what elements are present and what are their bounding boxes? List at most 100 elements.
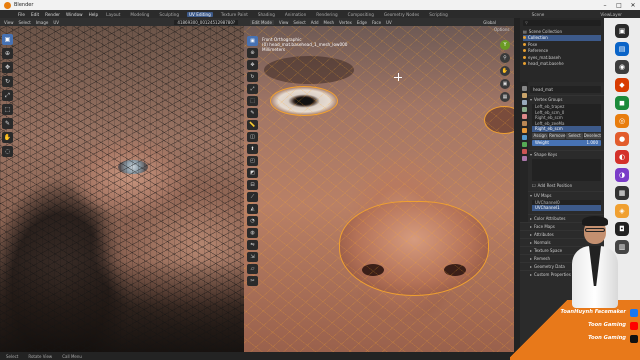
rotate-tool-icon[interactable]: ↻ bbox=[2, 76, 13, 87]
zoom-icon[interactable]: ⚲ bbox=[500, 53, 510, 63]
view-layer-tab-icon[interactable] bbox=[521, 107, 527, 112]
knife-tool-icon[interactable]: ⟋ bbox=[247, 192, 258, 202]
minimize-button[interactable]: – bbox=[598, 2, 612, 9]
select-button[interactable]: Select bbox=[566, 132, 583, 139]
render-tab-icon[interactable] bbox=[521, 93, 527, 98]
blender-taskbar-icon[interactable]: ◎ bbox=[615, 114, 629, 128]
uv-menu-uv[interactable]: UV bbox=[53, 20, 59, 25]
options-button[interactable]: Options bbox=[494, 27, 509, 32]
remove-button[interactable]: Remove bbox=[549, 132, 566, 139]
tiktok-link[interactable]: Toon Gaming bbox=[560, 332, 626, 345]
transform-tool-icon[interactable]: ⬚ bbox=[247, 96, 258, 106]
inset-tool-icon[interactable]: ◰ bbox=[247, 156, 258, 166]
tab-sculpting[interactable]: Sculpting bbox=[157, 12, 181, 17]
app-icon[interactable]: ▣ bbox=[615, 24, 629, 38]
view-layer-selector[interactable]: ViewLayer bbox=[600, 12, 622, 17]
spin-tool-icon[interactable]: ◔ bbox=[247, 216, 258, 226]
grab-tool-icon[interactable]: ✋ bbox=[2, 132, 13, 143]
vp-menu-add[interactable]: Add bbox=[311, 20, 319, 25]
camera-icon[interactable]: ▣ bbox=[500, 79, 510, 89]
pinch-tool-icon[interactable]: ◌ bbox=[2, 146, 13, 157]
measure-tool-icon[interactable]: 📏 bbox=[247, 120, 258, 130]
shear-tool-icon[interactable]: ▱ bbox=[247, 264, 258, 274]
tab-layout[interactable]: Layout bbox=[104, 12, 122, 17]
youtube-link[interactable]: Toon Gaming bbox=[560, 319, 626, 332]
image-selector[interactable]: 41869300_0012451298780? bbox=[174, 19, 238, 25]
uv-menu-image[interactable]: Image bbox=[36, 20, 49, 25]
modifier-tab-icon[interactable] bbox=[521, 135, 527, 140]
menu-file[interactable]: File bbox=[18, 12, 25, 17]
vp-menu-select[interactable]: Select bbox=[293, 20, 305, 25]
tab-geometry-nodes[interactable]: Geometry Nodes bbox=[382, 12, 421, 17]
shape-keys-section[interactable]: ▾ Shape Keys bbox=[520, 149, 604, 158]
uv-editor-canvas[interactable] bbox=[0, 26, 244, 352]
tab-animation[interactable]: Animation bbox=[283, 12, 308, 17]
annotate-tool-icon[interactable]: ✎ bbox=[247, 108, 258, 118]
vp-menu-view[interactable]: View bbox=[279, 20, 289, 25]
weight-field[interactable]: Weight 1.000 bbox=[532, 139, 601, 146]
transform-tool-icon[interactable]: ⬚ bbox=[2, 104, 13, 115]
uv-maps-section[interactable]: ▾ UV Maps bbox=[520, 190, 604, 199]
scale-tool-icon[interactable]: ⤢ bbox=[247, 84, 258, 94]
app-icon[interactable]: ▤ bbox=[615, 42, 629, 56]
scene-tab-icon[interactable] bbox=[521, 114, 527, 119]
app-icon[interactable]: ◐ bbox=[615, 150, 629, 164]
world-tab-icon[interactable] bbox=[521, 121, 527, 126]
move-tool-icon[interactable]: ✥ bbox=[247, 60, 258, 70]
scene-selector[interactable]: Scene bbox=[532, 12, 545, 17]
tab-texture-paint[interactable]: Texture Paint bbox=[219, 12, 250, 17]
app-icon[interactable]: ◆ bbox=[615, 78, 629, 92]
vp-menu-edge[interactable]: Edge bbox=[357, 20, 367, 25]
edge-slide-tool-icon[interactable]: ⇋ bbox=[247, 240, 258, 250]
browser-icon[interactable]: ● bbox=[615, 132, 629, 146]
select-box-tool-icon[interactable]: ▣ bbox=[247, 36, 258, 46]
material-tab-icon[interactable] bbox=[521, 149, 527, 154]
tool-tab-icon[interactable] bbox=[521, 86, 527, 91]
list-item[interactable]: UVChannel1 bbox=[532, 205, 601, 211]
outliner-search-input[interactable]: ⚲ bbox=[523, 20, 601, 26]
axis-y-icon[interactable]: Y bbox=[500, 40, 510, 50]
tab-modeling[interactable]: Modeling bbox=[128, 12, 151, 17]
add-rest-position-checkbox[interactable]: ☐ Add Rest Position bbox=[532, 183, 601, 189]
app-icon[interactable]: ◼ bbox=[615, 96, 629, 110]
mode-selector[interactable]: Edit Mode bbox=[250, 19, 274, 25]
loop-cut-tool-icon[interactable]: ⊟ bbox=[247, 180, 258, 190]
cursor-tool-icon[interactable]: ⊕ bbox=[247, 48, 258, 58]
menu-window[interactable]: Window bbox=[66, 12, 83, 17]
tab-rendering[interactable]: Rendering bbox=[314, 12, 339, 17]
add-cube-tool-icon[interactable]: ◫ bbox=[247, 132, 258, 142]
tab-compositing[interactable]: Compositing bbox=[346, 12, 376, 17]
3d-cursor-icon[interactable] bbox=[394, 73, 402, 81]
app-icon[interactable]: ◉ bbox=[615, 60, 629, 74]
tab-shading[interactable]: Shading bbox=[256, 12, 277, 17]
bevel-tool-icon[interactable]: ◩ bbox=[247, 168, 258, 178]
rip-tool-icon[interactable]: ✂ bbox=[247, 276, 258, 286]
pan-hand-icon[interactable]: ✋ bbox=[500, 66, 510, 76]
object-name-field[interactable]: head_mat bbox=[530, 86, 601, 93]
object-tab-icon[interactable] bbox=[521, 128, 527, 133]
outliner-item[interactable]: head_mat.basehe bbox=[523, 61, 601, 68]
rotate-tool-icon[interactable]: ↻ bbox=[247, 72, 258, 82]
assign-button[interactable]: Assign bbox=[532, 132, 549, 139]
menu-help[interactable]: Help bbox=[89, 12, 99, 17]
output-tab-icon[interactable] bbox=[521, 100, 527, 105]
vertex-groups-section[interactable]: ▾ Vertex Groups bbox=[520, 95, 604, 103]
scale-tool-icon[interactable]: ⤢ bbox=[2, 90, 13, 101]
transform-orientation[interactable]: Global bbox=[483, 20, 496, 25]
cursor-tool-icon[interactable]: ⊕ bbox=[2, 48, 13, 59]
poly-build-tool-icon[interactable]: ◭ bbox=[247, 204, 258, 214]
grid-icon[interactable]: ▦ bbox=[500, 92, 510, 102]
uv-menu-view[interactable]: View bbox=[4, 20, 14, 25]
vp-menu-uv[interactable]: UV bbox=[386, 20, 392, 25]
move-tool-icon[interactable]: ✥ bbox=[2, 62, 13, 73]
deselect-button[interactable]: Deselect bbox=[583, 132, 602, 139]
vp-menu-vertex[interactable]: Vertex bbox=[339, 20, 352, 25]
app-icon[interactable]: ◑ bbox=[615, 168, 629, 182]
tab-scripting[interactable]: Scripting bbox=[427, 12, 450, 17]
extrude-tool-icon[interactable]: ⬆ bbox=[247, 144, 258, 154]
app-icon[interactable]: ▦ bbox=[615, 186, 629, 200]
data-tab-icon[interactable] bbox=[521, 142, 527, 147]
vp-menu-face[interactable]: Face bbox=[372, 20, 381, 25]
shrink-tool-icon[interactable]: ⇲ bbox=[247, 252, 258, 262]
close-button[interactable]: ✕ bbox=[626, 2, 640, 9]
